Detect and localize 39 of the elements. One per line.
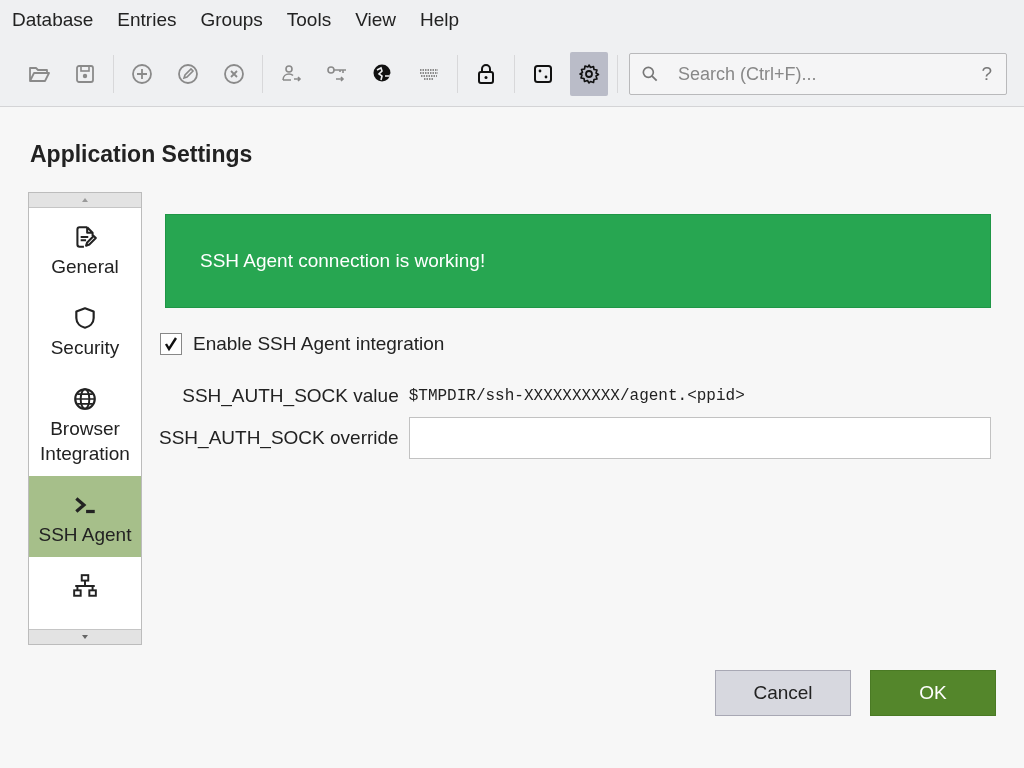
cancel-button[interactable]: Cancel — [715, 670, 851, 716]
network-icon — [72, 573, 98, 599]
up-arrow-icon — [82, 198, 88, 202]
menu-item[interactable]: Tools — [274, 9, 344, 42]
override-input-field[interactable] — [408, 417, 991, 459]
menu-item[interactable]: Help — [408, 9, 472, 42]
pencil-icon — [176, 62, 200, 86]
banner-text: SSH Agent connection is working! — [200, 250, 486, 272]
settings-icon — [577, 62, 601, 86]
shield-icon — [72, 305, 98, 331]
category-label: Browser Integration — [39, 417, 131, 466]
down-arrow-icon — [82, 635, 88, 639]
checkbox-label: Enable SSH Agent integration — [193, 333, 445, 355]
category-item[interactable]: General — [29, 208, 141, 289]
category-label: General — [51, 255, 119, 279]
category-item[interactable]: SSH Agent — [29, 476, 141, 557]
socket-path-value: $TMPDIR/ssh-XXXXXXXXXX/agent.<ppid> — [408, 387, 746, 405]
field-label: SSH_AUTH_SOCK override — [159, 427, 399, 449]
category-item[interactable]: Browser Integration — [29, 370, 141, 476]
ok-button[interactable]: OK — [870, 670, 996, 716]
menu-item[interactable]: Entries — [105, 9, 189, 42]
menu-item[interactable]: Database — [0, 9, 106, 42]
search-icon — [640, 64, 660, 84]
category-item[interactable]: Security — [29, 289, 141, 370]
dialog-title: Application Settings — [30, 141, 254, 168]
globe-icon — [72, 386, 98, 412]
category-label: Security — [50, 336, 120, 360]
menu-item[interactable]: View — [343, 9, 408, 42]
enable-checkbox[interactable] — [160, 333, 182, 355]
toolbar-button[interactable] — [570, 52, 608, 96]
add-icon — [130, 62, 154, 86]
category-label: SSH Agent — [38, 523, 132, 547]
help-button[interactable]: ? — [981, 63, 992, 85]
delete-icon — [222, 62, 246, 86]
save-icon — [73, 62, 97, 86]
menu-item[interactable]: Groups — [188, 9, 275, 42]
field-label: SSH_AUTH_SOCK value — [181, 385, 399, 407]
search-field[interactable]: Search (Ctrl+F)... ? — [629, 53, 1007, 95]
dice-icon — [531, 62, 555, 86]
